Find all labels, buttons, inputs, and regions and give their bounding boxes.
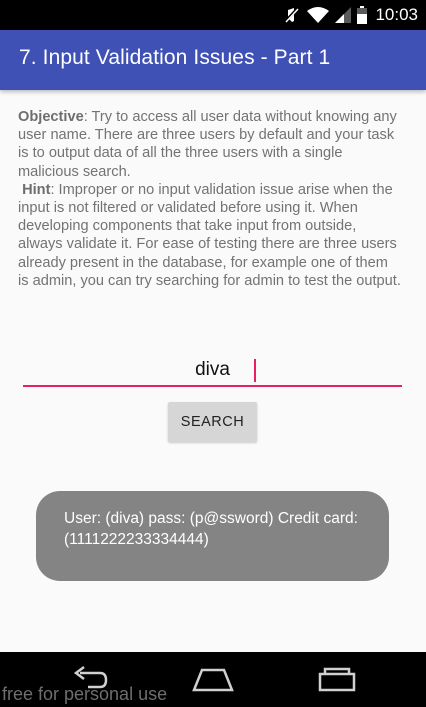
signal-icon: [335, 7, 352, 23]
watermark: free for personal use: [2, 684, 168, 704]
toast-message: User: (diva) pass: (p@ssword) Credit car…: [64, 510, 358, 548]
search-input[interactable]: [23, 355, 402, 387]
hint-text: : Improper or no input validation issue …: [18, 181, 401, 289]
home-icon[interactable]: [190, 664, 236, 694]
search-input-wrapper: [23, 355, 402, 388]
app-title: 7. Input Validation Issues - Part 1: [19, 46, 331, 69]
objective-label: Objective: [18, 109, 84, 125]
hint-label: Hint: [22, 181, 51, 198]
status-icons: 10:03: [283, 4, 418, 26]
status-time: 10:03: [375, 5, 418, 24]
result-toast: User: (diva) pass: (p@ssword) Credit car…: [36, 491, 389, 581]
recents-icon[interactable]: [316, 664, 358, 694]
mute-icon: [284, 6, 300, 24]
battery-icon: [357, 6, 368, 24]
wifi-icon: [307, 7, 330, 23]
instructions-text: Objective: Try to access all user data w…: [18, 108, 402, 290]
status-bar: 10:03: [0, 0, 426, 30]
app-bar: 7. Input Validation Issues - Part 1: [0, 30, 426, 90]
search-button[interactable]: SEARCH: [168, 402, 257, 442]
text-cursor: [254, 359, 256, 382]
